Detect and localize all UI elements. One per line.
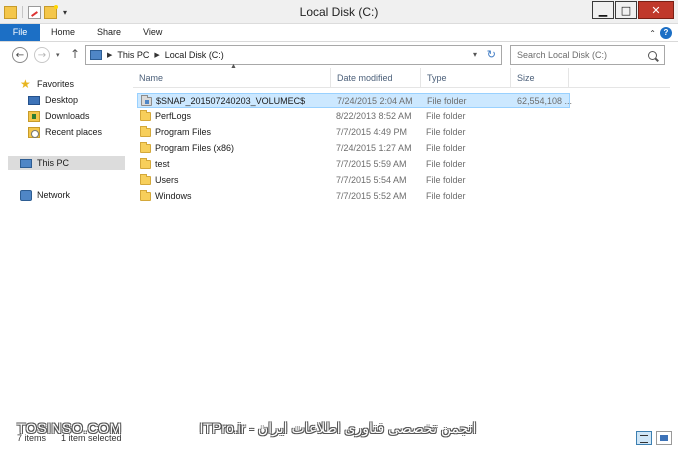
breadcrumb-arrow-icon[interactable]: ▶: [154, 51, 159, 59]
folder-icon: [140, 142, 151, 153]
tab-view[interactable]: View: [132, 24, 173, 41]
sidebar-item-downloads[interactable]: Downloads: [28, 109, 90, 123]
recent-locations-icon[interactable]: ▾: [56, 51, 60, 59]
address-bar[interactable]: ▶ This PC ▶ Local Disk (C:) ▾ ↻: [85, 45, 502, 65]
desktop-icon: [28, 95, 40, 105]
sidebar-item-label: Favorites: [37, 79, 75, 89]
table-row[interactable]: Program Files (x86) 7/24/2015 1:27 AM Fi…: [137, 141, 570, 156]
table-row[interactable]: PerfLogs 8/22/2013 8:52 AM File folder: [137, 109, 570, 124]
search-input[interactable]: Search Local Disk (C:): [510, 45, 665, 65]
sidebar-item-network[interactable]: Network: [20, 188, 70, 202]
help-icon[interactable]: ?: [660, 27, 672, 39]
window-controls: ▁ □ ✕: [592, 1, 674, 19]
minimize-button[interactable]: ▁: [592, 1, 614, 19]
sidebar-item-recent-places[interactable]: Recent places: [28, 125, 102, 139]
breadcrumb-local-disk[interactable]: Local Disk (C:): [165, 50, 224, 60]
sidebar-item-label: Downloads: [45, 111, 90, 121]
file-date: 7/24/2015 2:04 AM: [337, 96, 413, 106]
sidebar-item-favorites[interactable]: ★ Favorites: [20, 77, 74, 91]
folder-icon: [140, 174, 151, 185]
large-icons-view-icon[interactable]: [656, 431, 672, 445]
watermark-left: TOSINSO.COM: [17, 420, 122, 436]
column-header-type[interactable]: Type: [421, 68, 511, 88]
tab-home[interactable]: Home: [40, 24, 86, 41]
tab-file[interactable]: File: [0, 24, 40, 41]
file-type: File folder: [427, 96, 467, 106]
table-row[interactable]: $SNAP_201507240203_VOLUMEC$ 7/24/2015 2:…: [137, 93, 573, 108]
back-button[interactable]: ←: [12, 47, 28, 63]
table-row[interactable]: Users 7/7/2015 5:54 AM File folder: [137, 173, 570, 188]
file-type: File folder: [426, 159, 466, 169]
search-placeholder: Search Local Disk (C:): [517, 50, 608, 60]
snapshot-folder-icon: [141, 95, 152, 106]
this-pc-icon: [20, 158, 32, 168]
close-button[interactable]: ✕: [638, 1, 674, 19]
folder-icon: [140, 126, 151, 137]
table-row[interactable]: Program Files 7/7/2015 4:49 PM File fold…: [137, 125, 570, 140]
ribbon-tabs: File Home Share View ⌃ ?: [0, 24, 678, 42]
breadcrumb-arrow-icon[interactable]: ▶: [107, 51, 112, 59]
file-date: 8/22/2013 8:52 AM: [336, 111, 412, 121]
file-date: 7/7/2015 4:49 PM: [336, 127, 408, 137]
search-icon[interactable]: [648, 50, 657, 60]
network-icon: [20, 189, 32, 201]
folder-icon: [140, 190, 151, 201]
file-name: $SNAP_201507240203_VOLUMEC$: [156, 96, 306, 106]
address-dropdown-icon[interactable]: ▾: [473, 50, 477, 59]
sidebar-item-desktop[interactable]: Desktop: [28, 93, 78, 107]
column-header-size[interactable]: Size: [511, 68, 569, 88]
file-name: Windows: [155, 191, 192, 201]
address-row: ← → ▾ ↑ ▶ This PC ▶ Local Disk (C:) ▾ ↻ …: [0, 42, 678, 68]
folder-icon: [140, 158, 151, 169]
details-view-icon[interactable]: [636, 431, 652, 445]
file-name: PerfLogs: [155, 111, 192, 121]
file-type: File folder: [426, 175, 466, 185]
file-date: 7/24/2015 1:27 AM: [336, 143, 412, 153]
title-bar: ▾ Local Disk (C:) ▁ □ ✕: [0, 0, 678, 24]
file-date: 7/7/2015 5:54 AM: [336, 175, 407, 185]
sidebar-item-label: Desktop: [45, 95, 79, 105]
sidebar-item-label: Network: [37, 190, 71, 200]
file-type: File folder: [426, 191, 466, 201]
sidebar-item-this-pc[interactable]: This PC: [8, 156, 125, 170]
up-button[interactable]: ↑: [70, 47, 80, 61]
table-row[interactable]: Windows 7/7/2015 5:52 AM File folder: [137, 189, 570, 204]
file-name: test: [155, 159, 170, 169]
downloads-icon: [28, 110, 40, 122]
file-name: Program Files (x86): [155, 143, 235, 153]
this-pc-icon: [90, 50, 102, 60]
maximize-button[interactable]: □: [615, 1, 637, 19]
expand-ribbon-icon[interactable]: ⌃: [649, 29, 656, 38]
file-name: Users: [155, 175, 179, 185]
forward-button[interactable]: →: [34, 47, 50, 63]
breadcrumb-this-pc[interactable]: This PC: [117, 50, 149, 60]
recent-places-icon: [28, 126, 40, 138]
folder-icon: [140, 110, 151, 121]
file-size: 62,554,108 ...: [517, 96, 573, 106]
file-date: 7/7/2015 5:59 AM: [336, 159, 407, 169]
refresh-icon[interactable]: ↻: [487, 48, 496, 61]
ribbon-right-controls: ⌃ ?: [649, 27, 672, 39]
column-header-name[interactable]: Name: [133, 68, 331, 88]
window-title: Local Disk (C:): [299, 5, 379, 19]
column-header-date-modified[interactable]: Date modified: [331, 68, 421, 88]
tab-share[interactable]: Share: [86, 24, 132, 41]
file-type: File folder: [426, 127, 466, 137]
sidebar-item-label: Recent places: [45, 127, 103, 137]
file-date: 7/7/2015 5:52 AM: [336, 191, 407, 201]
sidebar-item-label: This PC: [37, 158, 70, 168]
table-row[interactable]: test 7/7/2015 5:59 AM File folder: [137, 157, 570, 172]
navigation-pane: ★ Favorites Desktop Downloads Recent pla…: [0, 68, 125, 428]
file-type: File folder: [426, 111, 466, 121]
watermark-center: ITPro.ir - انجمن تخصصی فناوری اطلاعات ای…: [199, 420, 477, 436]
star-icon: ★: [20, 76, 31, 91]
file-type: File folder: [426, 143, 466, 153]
column-header-row: ▲ Name Date modified Type Size: [133, 63, 670, 88]
file-name: Program Files: [155, 127, 212, 137]
